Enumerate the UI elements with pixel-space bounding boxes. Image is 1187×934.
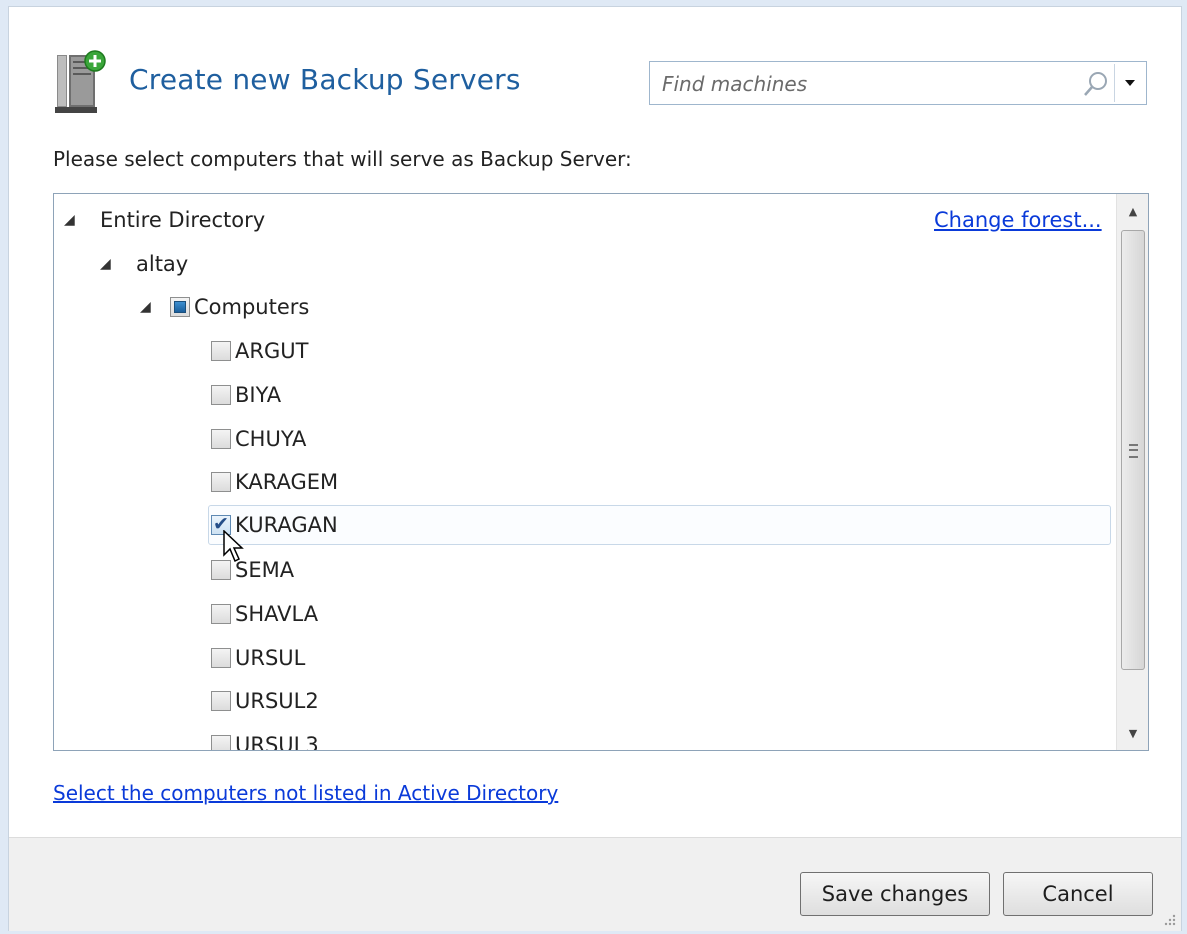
scroll-thumb[interactable] [1121, 230, 1145, 670]
computer-item-ursul3[interactable]: URSUL3 [211, 725, 319, 751]
computer-checkbox[interactable] [211, 648, 231, 668]
tree-domain-label: altay [136, 252, 189, 276]
search-icon[interactable] [1082, 70, 1110, 98]
tree-container-label: Computers [194, 295, 310, 319]
computer-label: CHUYA [235, 427, 307, 451]
save-changes-button[interactable]: Save changes [800, 872, 990, 916]
selected-row-highlight [208, 505, 1111, 545]
backup-server-dialog: Create new Backup Servers Please select … [8, 6, 1182, 931]
grip-icon [1129, 444, 1138, 458]
tree-root-label: Entire Directory [100, 208, 266, 232]
not-listed-computers-link[interactable]: Select the computers not listed in Activ… [53, 781, 558, 805]
computer-checkbox[interactable] [211, 472, 231, 492]
computer-item-ursul[interactable]: URSUL [211, 638, 305, 678]
computer-label: KARAGEM [235, 470, 339, 494]
computer-item-argut[interactable]: ARGUT [211, 331, 308, 371]
search-divider [1114, 64, 1115, 102]
computer-item-chuya[interactable]: CHUYA [211, 419, 306, 459]
tree-node-root[interactable]: ◢ Entire Directory [64, 200, 265, 240]
directory-tree: ◢ Entire Directory Change forest... ◢ al… [53, 193, 1149, 751]
dialog-footer: Save changes Cancel [9, 837, 1181, 931]
search-options-dropdown[interactable] [1116, 64, 1144, 102]
tree-node-computers[interactable]: ◢ Computers [140, 287, 309, 327]
computer-checkbox[interactable] [211, 604, 231, 624]
scroll-down-arrow-icon[interactable]: ▼ [1117, 716, 1148, 750]
change-forest-link[interactable]: Change forest... [934, 208, 1102, 232]
computers-checkbox[interactable] [170, 297, 190, 317]
dialog-title: Create new Backup Servers [129, 63, 521, 96]
instruction-text: Please select computers that will serve … [53, 147, 632, 171]
scroll-up-arrow-icon[interactable]: ▲ [1117, 194, 1148, 228]
computer-label: URSUL3 [235, 733, 319, 751]
computer-item-ursul2[interactable]: URSUL2 [211, 681, 319, 721]
computer-checkbox[interactable] [211, 341, 231, 361]
computer-label: URSUL [235, 646, 306, 670]
collapse-arrow-icon[interactable]: ◢ [64, 212, 82, 228]
computer-label: ARGUT [235, 339, 309, 363]
computer-item-biya[interactable]: BIYA [211, 375, 281, 415]
find-machines-search [649, 61, 1147, 105]
tree-scrollbar[interactable]: ▲ ▼ [1116, 194, 1148, 750]
computer-item-shavla[interactable]: SHAVLA [211, 594, 318, 634]
computer-checkbox[interactable] [211, 385, 231, 405]
collapse-arrow-icon[interactable]: ◢ [140, 299, 158, 315]
mouse-cursor-icon [223, 530, 244, 563]
computer-label: BIYA [235, 383, 282, 407]
computer-label: URSUL2 [235, 689, 319, 713]
computer-checkbox[interactable] [211, 691, 231, 711]
tree-node-domain[interactable]: ◢ altay [100, 244, 188, 284]
computer-checkbox[interactable] [211, 735, 231, 750]
collapse-arrow-icon[interactable]: ◢ [100, 256, 118, 272]
computer-label: KURAGAN [235, 513, 338, 537]
computer-checkbox[interactable] [211, 429, 231, 449]
computer-label: SHAVLA [235, 602, 319, 626]
resize-grip-icon[interactable] [1161, 911, 1177, 927]
find-machines-input[interactable] [660, 70, 1064, 98]
computer-item-karagem[interactable]: KARAGEM [211, 462, 338, 502]
cancel-button[interactable]: Cancel [1003, 872, 1153, 916]
server-add-icon [55, 50, 106, 113]
dropdown-arrow-icon [1125, 80, 1135, 86]
